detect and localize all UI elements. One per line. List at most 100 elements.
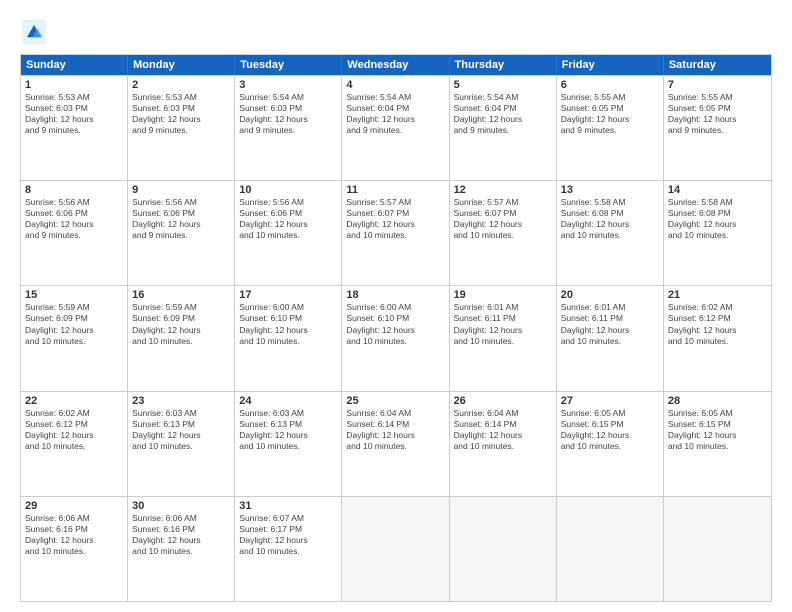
cell-line: Daylight: 12 hours (25, 219, 123, 230)
cell-line: Sunrise: 5:54 AM (454, 92, 552, 103)
cell-line: Sunset: 6:12 PM (25, 419, 123, 430)
cell-line: Daylight: 12 hours (239, 430, 337, 441)
day-number: 8 (25, 184, 123, 196)
cell-line: Sunrise: 6:00 AM (239, 302, 337, 313)
cell-line: Daylight: 12 hours (25, 430, 123, 441)
day-cell-10: 10Sunrise: 5:56 AMSunset: 6:06 PMDayligh… (235, 181, 342, 285)
cell-line: Daylight: 12 hours (561, 219, 659, 230)
cell-line: Daylight: 12 hours (346, 114, 444, 125)
day-cell-3: 3Sunrise: 5:54 AMSunset: 6:03 PMDaylight… (235, 76, 342, 180)
day-number: 2 (132, 79, 230, 91)
logo (20, 18, 52, 46)
cell-line: Sunrise: 6:01 AM (454, 302, 552, 313)
cell-line: Sunset: 6:06 PM (25, 208, 123, 219)
cell-line: and 9 minutes. (239, 125, 337, 136)
header-day-tuesday: Tuesday (235, 55, 342, 75)
cell-line: Daylight: 12 hours (132, 535, 230, 546)
week-row-4: 22Sunrise: 6:02 AMSunset: 6:12 PMDayligh… (21, 391, 771, 496)
cell-line: and 10 minutes. (25, 336, 123, 347)
cell-line: Sunrise: 5:53 AM (25, 92, 123, 103)
day-cell-1: 1Sunrise: 5:53 AMSunset: 6:03 PMDaylight… (21, 76, 128, 180)
cell-line: Sunset: 6:13 PM (239, 419, 337, 430)
cell-line: Sunrise: 5:59 AM (132, 302, 230, 313)
cell-line: Sunrise: 6:06 AM (132, 513, 230, 524)
day-cell-26: 26Sunrise: 6:04 AMSunset: 6:14 PMDayligh… (450, 392, 557, 496)
cell-line: Sunrise: 5:55 AM (668, 92, 767, 103)
cell-line: and 10 minutes. (239, 230, 337, 241)
cell-line: Sunrise: 5:56 AM (239, 197, 337, 208)
cell-line: Sunset: 6:08 PM (561, 208, 659, 219)
cell-line: Sunset: 6:13 PM (132, 419, 230, 430)
cell-line: Daylight: 12 hours (239, 114, 337, 125)
day-number: 19 (454, 289, 552, 301)
week-row-1: 1Sunrise: 5:53 AMSunset: 6:03 PMDaylight… (21, 75, 771, 180)
cell-line: Daylight: 12 hours (132, 219, 230, 230)
cell-line: Sunset: 6:03 PM (132, 103, 230, 114)
day-cell-24: 24Sunrise: 6:03 AMSunset: 6:13 PMDayligh… (235, 392, 342, 496)
day-cell-25: 25Sunrise: 6:04 AMSunset: 6:14 PMDayligh… (342, 392, 449, 496)
cell-line: and 9 minutes. (25, 230, 123, 241)
cell-line: Sunrise: 6:02 AM (25, 408, 123, 419)
cell-line: Sunset: 6:15 PM (668, 419, 767, 430)
day-number: 5 (454, 79, 552, 91)
calendar-header: SundayMondayTuesdayWednesdayThursdayFrid… (21, 55, 771, 75)
day-cell-30: 30Sunrise: 6:06 AMSunset: 6:16 PMDayligh… (128, 497, 235, 601)
cell-line: Sunset: 6:10 PM (239, 313, 337, 324)
day-number: 26 (454, 395, 552, 407)
cell-line: Sunset: 6:07 PM (346, 208, 444, 219)
cell-line: and 10 minutes. (25, 546, 123, 557)
day-cell-21: 21Sunrise: 6:02 AMSunset: 6:12 PMDayligh… (664, 286, 771, 390)
cell-line: Daylight: 12 hours (346, 325, 444, 336)
empty-cell (557, 497, 664, 601)
cell-line: Sunrise: 5:53 AM (132, 92, 230, 103)
cell-line: Daylight: 12 hours (25, 325, 123, 336)
day-number: 14 (668, 184, 767, 196)
day-cell-2: 2Sunrise: 5:53 AMSunset: 6:03 PMDaylight… (128, 76, 235, 180)
header-day-thursday: Thursday (450, 55, 557, 75)
cell-line: Sunset: 6:06 PM (239, 208, 337, 219)
cell-line: Sunrise: 6:05 AM (561, 408, 659, 419)
cell-line: and 10 minutes. (668, 336, 767, 347)
day-number: 17 (239, 289, 337, 301)
cell-line: Sunset: 6:12 PM (668, 313, 767, 324)
cell-line: Sunset: 6:04 PM (454, 103, 552, 114)
cell-line: and 10 minutes. (25, 441, 123, 452)
cell-line: Sunset: 6:08 PM (668, 208, 767, 219)
day-number: 30 (132, 500, 230, 512)
cell-line: Sunset: 6:11 PM (561, 313, 659, 324)
cell-line: Sunrise: 5:58 AM (668, 197, 767, 208)
cell-line: and 10 minutes. (239, 336, 337, 347)
cell-line: Sunset: 6:10 PM (346, 313, 444, 324)
day-number: 28 (668, 395, 767, 407)
cell-line: Sunset: 6:14 PM (346, 419, 444, 430)
cell-line: Daylight: 12 hours (239, 325, 337, 336)
cell-line: Daylight: 12 hours (239, 535, 337, 546)
day-cell-13: 13Sunrise: 5:58 AMSunset: 6:08 PMDayligh… (557, 181, 664, 285)
cell-line: Sunset: 6:04 PM (346, 103, 444, 114)
day-number: 1 (25, 79, 123, 91)
calendar: SundayMondayTuesdayWednesdayThursdayFrid… (20, 54, 772, 602)
cell-line: Sunrise: 6:06 AM (25, 513, 123, 524)
day-cell-12: 12Sunrise: 5:57 AMSunset: 6:07 PMDayligh… (450, 181, 557, 285)
day-number: 21 (668, 289, 767, 301)
cell-line: and 10 minutes. (132, 441, 230, 452)
day-number: 16 (132, 289, 230, 301)
cell-line: Sunrise: 5:54 AM (239, 92, 337, 103)
cell-line: Daylight: 12 hours (668, 325, 767, 336)
day-cell-16: 16Sunrise: 5:59 AMSunset: 6:09 PMDayligh… (128, 286, 235, 390)
cell-line: Daylight: 12 hours (561, 114, 659, 125)
header-day-sunday: Sunday (21, 55, 128, 75)
day-cell-9: 9Sunrise: 5:56 AMSunset: 6:06 PMDaylight… (128, 181, 235, 285)
day-number: 13 (561, 184, 659, 196)
cell-line: Sunrise: 5:57 AM (346, 197, 444, 208)
cell-line: Sunset: 6:09 PM (132, 313, 230, 324)
day-cell-17: 17Sunrise: 6:00 AMSunset: 6:10 PMDayligh… (235, 286, 342, 390)
cell-line: Sunset: 6:03 PM (25, 103, 123, 114)
day-number: 31 (239, 500, 337, 512)
cell-line: and 10 minutes. (454, 336, 552, 347)
cell-line: and 10 minutes. (561, 336, 659, 347)
cell-line: and 10 minutes. (346, 441, 444, 452)
day-cell-20: 20Sunrise: 6:01 AMSunset: 6:11 PMDayligh… (557, 286, 664, 390)
day-cell-14: 14Sunrise: 5:58 AMSunset: 6:08 PMDayligh… (664, 181, 771, 285)
empty-cell (450, 497, 557, 601)
